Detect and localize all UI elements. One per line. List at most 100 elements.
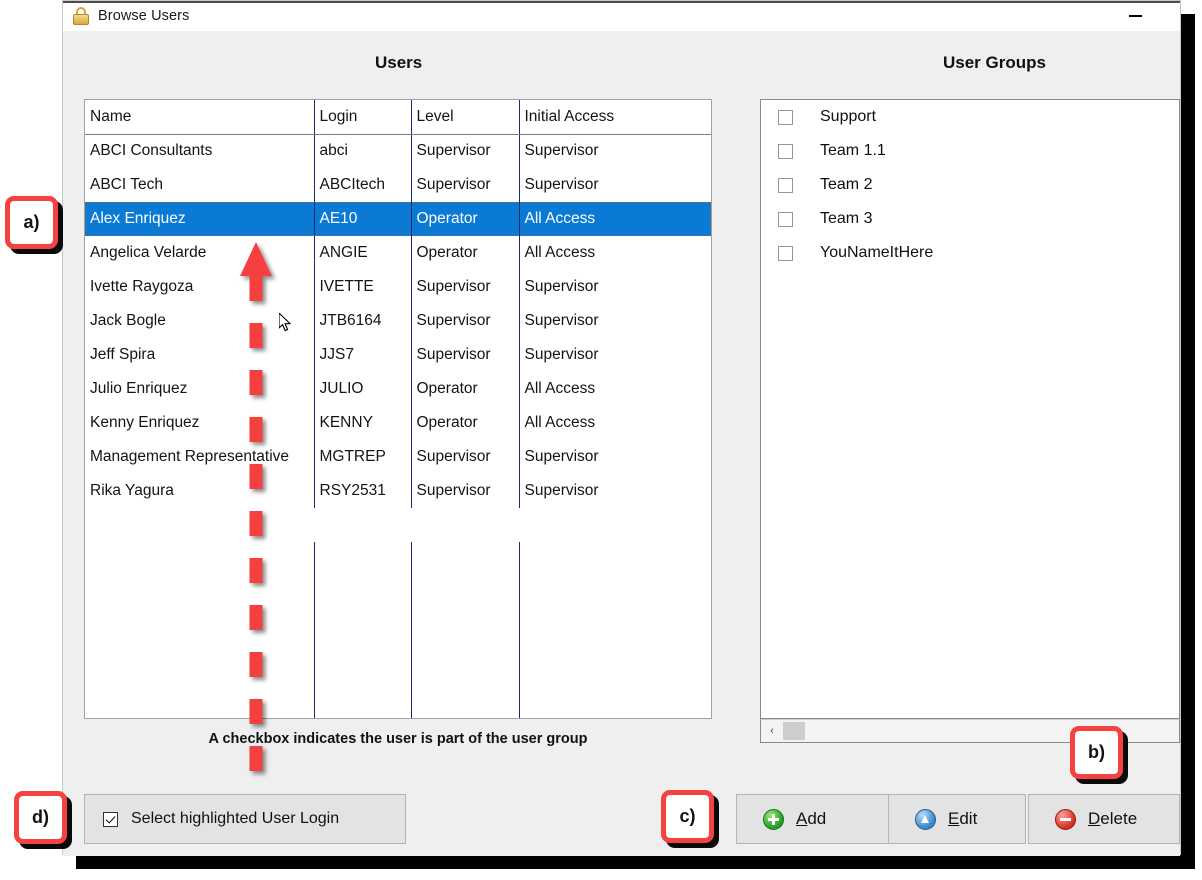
select-highlighted-user-login-checkbox[interactable]: Select highlighted User Login bbox=[84, 794, 406, 844]
column-header-initial_access[interactable]: Initial Access bbox=[519, 100, 711, 135]
column-header-level[interactable]: Level bbox=[411, 100, 520, 135]
cell-level: Supervisor bbox=[411, 440, 520, 474]
table-header-row: Name Login Level Initial Access bbox=[85, 100, 711, 135]
add-accel: A bbox=[796, 809, 808, 828]
cell-initial_access: Supervisor bbox=[524, 482, 599, 499]
user-group-checkbox[interactable] bbox=[778, 245, 793, 261]
user-group-item[interactable]: Team 2 bbox=[761, 168, 1179, 202]
browse-users-window: Browse Users Users User Groups Name Login… bbox=[62, 0, 1181, 856]
user-group-checkbox[interactable] bbox=[778, 143, 793, 159]
cell-name: ABCI Consultants bbox=[85, 134, 315, 168]
checkbox-indicator bbox=[103, 811, 118, 827]
column-header-name[interactable]: Name bbox=[85, 100, 315, 135]
cell-level: Supervisor bbox=[411, 270, 520, 304]
cell-login: ABCItech bbox=[314, 168, 412, 202]
cell-login: ANGIE bbox=[314, 236, 412, 270]
table-row[interactable]: Jack Bogle JTB6164 Supervisor Supervisor bbox=[85, 304, 711, 338]
user-group-item[interactable]: YouNameItHere bbox=[761, 236, 1179, 270]
cell-initial_access: All Access bbox=[524, 244, 596, 261]
user-group-checkbox[interactable] bbox=[778, 177, 793, 193]
cell-level: Supervisor bbox=[411, 474, 520, 508]
cell-initial_access: Supervisor bbox=[524, 278, 599, 295]
cell-login: JULIO bbox=[314, 372, 412, 406]
user-group-label: YouNameItHere bbox=[820, 244, 934, 261]
table-row[interactable]: Jeff Spira JJS7 Supervisor Supervisor bbox=[85, 338, 711, 372]
window-titlebar: Browse Users bbox=[63, 1, 1180, 31]
screenshot-root: Browse Users Users User Groups Name Login… bbox=[0, 0, 1202, 880]
table-row[interactable]: Kenny Enriquez KENNY Operator All Access bbox=[85, 406, 711, 440]
cell-name: Kenny Enriquez bbox=[85, 406, 315, 440]
edit-button-label: Edit bbox=[948, 809, 977, 829]
table-row[interactable]: Angelica Velarde ANGIE Operator All Access bbox=[85, 236, 711, 270]
cell-level: Operator bbox=[411, 372, 520, 406]
cell-initial_access: Supervisor bbox=[524, 312, 599, 329]
scrollbar-thumb[interactable] bbox=[783, 722, 805, 740]
user-group-label: Support bbox=[820, 108, 877, 125]
cell-level: Operator bbox=[411, 236, 520, 270]
window-title: Browse Users bbox=[98, 7, 190, 24]
cell-login: KENNY bbox=[314, 406, 412, 440]
user-group-checkbox[interactable] bbox=[778, 211, 793, 227]
grid-empty-area bbox=[85, 542, 711, 718]
cell-name: Jeff Spira bbox=[85, 338, 315, 372]
user-group-label: Team 2 bbox=[820, 176, 873, 193]
column-header-login[interactable]: Login bbox=[314, 100, 412, 135]
minimize-icon bbox=[1128, 15, 1142, 17]
scroll-left-arrow-icon[interactable]: ‹ bbox=[761, 720, 783, 742]
cell-login: JTB6164 bbox=[314, 304, 412, 338]
cell-login: AE10 bbox=[314, 202, 412, 236]
user-group-item[interactable]: Support bbox=[761, 100, 1179, 134]
callout-a: a) bbox=[5, 196, 58, 249]
delete-button-label: Delete bbox=[1088, 809, 1137, 829]
table-row[interactable]: ABCI Consultants abci Supervisor Supervisor bbox=[85, 134, 711, 168]
minimize-button[interactable] bbox=[1112, 1, 1158, 31]
cell-name: ABCI Tech bbox=[85, 168, 315, 202]
table-row[interactable]: Alex Enriquez AE10 Operator All Access bbox=[85, 202, 711, 236]
user-group-item[interactable]: Team 1.1 bbox=[761, 134, 1179, 168]
cell-name: Julio Enriquez bbox=[85, 372, 315, 406]
cell-level: Operator bbox=[411, 406, 520, 440]
user-groups-heading: User Groups bbox=[943, 53, 1046, 72]
table-row[interactable]: Ivette Raygoza IVETTE Supervisor Supervisor bbox=[85, 270, 711, 304]
cell-initial_access: All Access bbox=[524, 414, 596, 431]
delete-rest: elete bbox=[1100, 809, 1138, 828]
add-rest: dd bbox=[807, 809, 827, 828]
cell-initial_access: All Access bbox=[524, 380, 596, 397]
lock-icon bbox=[72, 6, 90, 25]
cell-initial_access: Supervisor bbox=[524, 346, 599, 363]
users-table: Name Login Level Initial Access ABCI Consult… bbox=[85, 100, 711, 508]
delete-button[interactable]: Delete bbox=[1028, 794, 1180, 844]
cell-login: RSY2531 bbox=[314, 474, 412, 508]
edit-button[interactable]: Edit bbox=[888, 794, 1026, 844]
cell-name: Ivette Raygoza bbox=[85, 270, 315, 304]
table-row[interactable]: Rika Yagura RSY2531 Supervisor Supervisor bbox=[85, 474, 711, 508]
user-group-item[interactable]: Team 3 bbox=[761, 202, 1179, 236]
users-grid[interactable]: Name Login Level Initial Access ABCI Consult… bbox=[84, 99, 712, 719]
cell-name: Rika Yagura bbox=[85, 474, 315, 508]
cell-level: Supervisor bbox=[411, 168, 520, 202]
user-group-checkbox[interactable] bbox=[778, 109, 793, 125]
delete-accel: D bbox=[1088, 809, 1101, 828]
cell-initial_access: Supervisor bbox=[524, 176, 599, 193]
minus-circle-icon bbox=[1055, 808, 1076, 830]
add-button-label: Add bbox=[796, 809, 826, 829]
table-row[interactable]: Management Representative MGTREP Superviso… bbox=[85, 440, 711, 474]
checkbox-hint-text: A checkbox indicates the user is part of… bbox=[208, 731, 588, 747]
callout-c: c) bbox=[661, 790, 714, 843]
cell-level: Operator bbox=[411, 202, 520, 236]
users-heading: Users bbox=[375, 53, 423, 72]
plus-circle-icon bbox=[763, 808, 784, 830]
table-row[interactable]: ABCI Tech ABCItech Supervisor Supervisor bbox=[85, 168, 711, 202]
table-row[interactable]: Julio Enriquez JULIO Operator All Access bbox=[85, 372, 711, 406]
cell-initial_access: All Access bbox=[519, 202, 711, 236]
edit-rest: dit bbox=[959, 809, 978, 828]
add-button[interactable]: Add bbox=[736, 794, 891, 844]
titlebar-accent bbox=[63, 1, 1180, 3]
cell-level: Supervisor bbox=[411, 134, 520, 168]
cell-login: MGTREP bbox=[314, 440, 412, 474]
triangle-circle-icon bbox=[915, 808, 936, 830]
select-option-label: Select highlighted User Login bbox=[131, 810, 340, 827]
cell-name: Jack Bogle bbox=[85, 304, 315, 338]
user-groups-list[interactable]: Support Team 1.1 Team 2 Team 3 YouNameItHere bbox=[760, 99, 1180, 719]
callout-d: d) bbox=[14, 791, 67, 844]
